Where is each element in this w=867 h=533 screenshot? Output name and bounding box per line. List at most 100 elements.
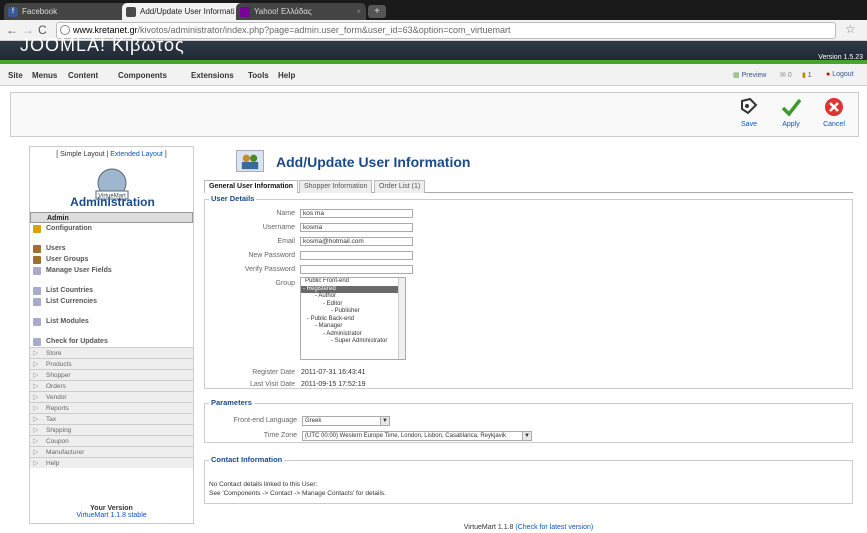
group-option[interactable]: - Administrator	[301, 331, 405, 339]
chevron-down-icon: ▼	[522, 432, 531, 440]
email-field[interactable]: kosma@hotmail.com	[300, 237, 413, 246]
group-listbox[interactable]: Public Front-end - Registered - Author - Ed…	[300, 277, 406, 360]
sidebar-item-shipping[interactable]: ▷ Shipping	[30, 424, 193, 435]
tab-facebook[interactable]: f Facebook ×	[4, 3, 134, 20]
verify-password-field[interactable]	[300, 265, 413, 274]
arrow-icon: ▷	[33, 438, 39, 445]
users-icon	[236, 150, 264, 172]
sidebar-item-manufacturer[interactable]: ▷ Manufacturer	[30, 446, 193, 457]
new-password-field[interactable]	[300, 251, 413, 260]
language-select[interactable]: Greek ▼	[302, 416, 390, 426]
menu-components[interactable]: Components	[118, 71, 167, 80]
footer: VirtueMart 1.1.8 (Check for latest versi…	[204, 524, 853, 531]
sidebar-item-coupon[interactable]: ▷ Coupon	[30, 435, 193, 446]
simple-layout-link[interactable]: [ Simple Layout |	[56, 151, 108, 158]
yahoo-icon	[240, 7, 250, 17]
apply-label: Apply	[782, 121, 800, 128]
messages-count[interactable]: ✉ 0	[780, 71, 792, 79]
register-date-value: 2011-07-31 16:43:41	[301, 369, 366, 376]
sidebar-item-products[interactable]: ▷ Products	[30, 358, 193, 369]
tab-add-update-user[interactable]: Add/Update User Informati ×	[122, 3, 247, 20]
sidebar-item-list-modules[interactable]: List Modules	[30, 316, 193, 327]
group-option[interactable]: - Manager	[301, 323, 405, 331]
main-content: Add/Update User Information General User…	[204, 146, 854, 531]
sidebar-item-shopper[interactable]: ▷ Shopper	[30, 369, 193, 380]
name-row: Name kos ma	[205, 209, 854, 219]
your-version-value: VirtueMart 1.1.8 stable	[76, 512, 147, 519]
arrow-icon: ▷	[33, 394, 39, 401]
menu-item-icon	[33, 245, 41, 253]
arrow-icon: ▷	[33, 361, 39, 368]
email-label: Email	[277, 238, 295, 245]
layout-bracket: ]	[164, 151, 167, 158]
new-password-label: New Password	[248, 252, 295, 259]
sidebar-item-label: User Groups	[46, 256, 89, 263]
sidebar-item-label: Manage User Fields	[46, 267, 112, 274]
sidebar-item-user-groups[interactable]: User Groups	[30, 254, 193, 265]
group-option[interactable]: - Editor	[301, 301, 405, 309]
apply-button[interactable]: Apply	[771, 97, 811, 128]
sidebar-item-label: Check for Updates	[46, 338, 108, 345]
sidebar-item-tax[interactable]: ▷ Tax	[30, 413, 193, 424]
sidebar-item-configuration[interactable]: Configuration	[30, 223, 193, 234]
group-option[interactable]: Public Front-end	[301, 278, 405, 286]
tab-yahoo[interactable]: Yahoo! Ελλάδας ×	[236, 3, 366, 20]
group-option[interactable]: - Author	[301, 293, 405, 301]
tab-order-list[interactable]: Order List (1)	[374, 180, 426, 193]
sidebar-item-list-countries[interactable]: List Countries	[30, 285, 193, 296]
parameters-section: Parameters Front-end Language Greek ▼ Tim…	[204, 398, 853, 443]
group-option[interactable]: - Registered	[301, 285, 405, 293]
group-option[interactable]: - Publisher	[301, 308, 405, 316]
contact-line-2: See 'Components -> Contact -> Manage Con…	[209, 490, 386, 497]
menu-content[interactable]: Content	[68, 71, 98, 80]
new-tab-button[interactable]: +	[368, 5, 386, 18]
page-title: Add/Update User Information	[276, 154, 471, 170]
sidebar-item-label: Products	[46, 361, 72, 368]
sidebar-item-check-for-updates[interactable]: Check for Updates	[30, 336, 193, 347]
username-field[interactable]: kosma	[300, 223, 413, 232]
timezone-select[interactable]: (UTC 00:00) Western Europe Time, London,…	[302, 431, 532, 441]
cancel-button[interactable]: Cancel	[814, 97, 854, 128]
arrow-icon: ▷	[33, 350, 39, 357]
group-option[interactable]: - Super Administrator	[301, 338, 405, 346]
menu-menus[interactable]: Menus	[32, 71, 57, 80]
group-option[interactable]: - Public Back-end	[301, 316, 405, 324]
name-field[interactable]: kos ma	[300, 209, 413, 218]
sidebar-item-help[interactable]: ▷ Help	[30, 457, 193, 468]
sidebar-item-label: List Currencies	[46, 298, 97, 305]
verify-password-row: Verify Password	[205, 265, 854, 275]
sidebar-item-reports[interactable]: ▷ Reports	[30, 402, 193, 413]
menu-site[interactable]: Site	[8, 71, 23, 80]
menu-tools[interactable]: Tools	[248, 71, 269, 80]
sidebar-item-label: Manufacturer	[46, 449, 85, 456]
listbox-scrollbar[interactable]	[398, 278, 405, 359]
sidebar-item-store[interactable]: ▷ Store	[30, 347, 193, 358]
preview-link[interactable]: ▦ Preview	[733, 71, 766, 79]
username-label: Username	[262, 224, 295, 231]
menu-extensions[interactable]: Extensions	[191, 71, 234, 80]
sidebar-item-vendor[interactable]: ▷ Vendor	[30, 391, 193, 402]
bookmark-star-icon[interactable]: ☆	[845, 22, 856, 36]
sidebar-item-admin[interactable]: Admin	[30, 212, 193, 223]
tab-shopper-information[interactable]: Shopper Information	[299, 180, 373, 193]
layout-switcher: [ Simple Layout | Extended Layout ]	[30, 151, 193, 158]
extended-layout-link[interactable]: Extended Layout	[110, 151, 163, 158]
chevron-down-icon: ▼	[380, 417, 389, 425]
save-button[interactable]: Save	[729, 97, 769, 128]
back-icon[interactable]: ←	[6, 23, 18, 37]
language-value: Greek	[305, 418, 322, 424]
facebook-icon: f	[8, 7, 18, 17]
verify-password-label: Verify Password	[244, 266, 295, 273]
sidebar-item-orders[interactable]: ▷ Orders	[30, 380, 193, 391]
sidebar-item-manage-user-fields[interactable]: Manage User Fields	[30, 265, 193, 276]
sidebar-item-label: Help	[46, 460, 60, 467]
check-latest-version-link[interactable]: (Check for latest version)	[515, 524, 593, 531]
close-icon[interactable]: ×	[356, 3, 361, 20]
menu-help[interactable]: Help	[278, 71, 295, 80]
tab-general-user-information[interactable]: General User Information	[204, 180, 299, 193]
sidebar-item-list-currencies[interactable]: List Currencies	[30, 296, 193, 307]
virtuemart-icon	[126, 7, 136, 17]
sidebar-item-users[interactable]: Users	[30, 243, 193, 254]
logout-link[interactable]: ● Logout	[826, 71, 854, 78]
globe-icon	[60, 25, 70, 35]
